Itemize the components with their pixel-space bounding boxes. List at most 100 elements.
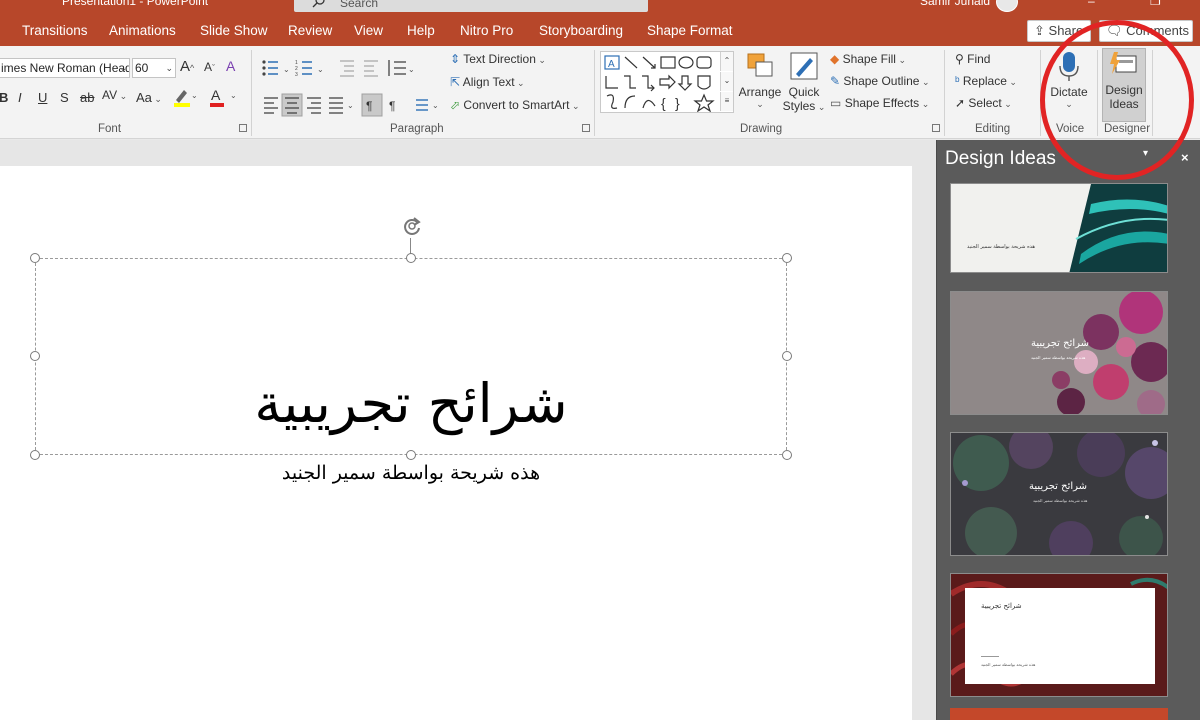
tab-animations[interactable]: Animations — [109, 23, 176, 38]
thumbnail-title: شرائح تجريبية — [1031, 338, 1090, 349]
thumbnail-title: شرائح تجريبية — [981, 602, 1022, 610]
font-name-dropdown[interactable]: imes New Roman (Head ⌄ — [0, 58, 130, 78]
align-text-button[interactable]: ⇱ Align Text ⌄ — [450, 75, 525, 89]
search-placeholder: Search — [340, 0, 379, 10]
grow-font-button[interactable]: A^ — [180, 58, 194, 75]
shape-effects-icon: ▭ — [830, 96, 842, 110]
font-size-dropdown[interactable]: 60 ⌄ — [132, 58, 176, 78]
avatar[interactable] — [996, 0, 1018, 12]
resize-handle[interactable] — [406, 450, 416, 460]
paragraph-dialog-launcher-icon[interactable] — [582, 124, 590, 132]
resize-handle[interactable] — [782, 351, 792, 361]
resize-handle[interactable] — [30, 351, 40, 361]
shadow-button[interactable]: S — [60, 90, 69, 105]
thumbnail-art — [1052, 292, 1167, 414]
font-dialog-launcher-icon[interactable] — [239, 124, 247, 132]
change-case-button[interactable]: Aa ⌄ — [136, 90, 162, 105]
shrink-font-button[interactable]: Aˇ — [204, 60, 215, 74]
design-ideas-label-2: Ideas — [1109, 97, 1139, 111]
text-direction-icon: ⇕ — [450, 52, 461, 66]
underline-button[interactable]: U — [38, 90, 47, 105]
rotate-handle-icon[interactable] — [400, 214, 424, 238]
shape-outline-label: Shape Outline — [843, 74, 920, 88]
replace-label: Replace — [962, 74, 1007, 88]
slide-title[interactable]: شرائح تجريبية — [35, 372, 787, 435]
design-idea-thumbnail[interactable] — [950, 708, 1168, 720]
shapes-gallery[interactable]: A { } ⌃ ⌄ ≡ — [600, 51, 734, 113]
minimize-icon[interactable]: – — [1088, 0, 1095, 8]
shapes-icons: A { } — [604, 55, 715, 112]
slide-canvas[interactable]: شرائح تجريبية هذه شريحة بواسطة سمير الجن… — [0, 166, 912, 720]
replace-button[interactable]: ᵇ Replace ⌄ — [955, 74, 1017, 88]
shrink-font-label: A — [204, 60, 213, 74]
resize-handle[interactable] — [782, 253, 792, 263]
drawing-group-label: Drawing — [740, 123, 783, 135]
bold-button[interactable]: B — [0, 90, 8, 105]
dictate-button[interactable]: Dictate ⌄ — [1046, 50, 1092, 110]
tab-transitions[interactable]: Transitions — [22, 23, 88, 38]
tab-nitro-pro[interactable]: Nitro Pro — [460, 23, 513, 38]
change-case-label: Aa — [136, 90, 152, 105]
gallery-more-icon[interactable]: ≡ — [720, 92, 733, 111]
design-ideas-button[interactable]: Design Ideas — [1102, 50, 1146, 111]
ribbon: imes New Roman (Head ⌄ 60 ⌄ A^ Aˇ A B I … — [0, 46, 1200, 139]
text-direction-label: Text Direction — [463, 52, 536, 66]
resize-handle[interactable] — [782, 450, 792, 460]
dictate-label: Dictate — [1050, 85, 1088, 99]
shape-outline-button[interactable]: ✎ Shape Outline ⌄ — [830, 74, 930, 88]
slide-subtitle[interactable]: هذه شريحة بواسطة سمير الجنيد — [35, 462, 787, 484]
select-label: Select — [968, 96, 1002, 110]
search-box[interactable]: Search — [294, 0, 648, 12]
resize-handle[interactable] — [406, 253, 416, 263]
svg-text:⌄: ⌄ — [347, 101, 354, 110]
text-direction-button[interactable]: ⇕ Text Direction ⌄ — [450, 52, 546, 66]
user-name[interactable]: Samir Junaid — [920, 0, 990, 8]
arrange-label: Arrange — [738, 85, 782, 99]
align-text-icon: ⇱ — [450, 75, 461, 89]
design-idea-thumbnail[interactable]: شرائح تجريبية هذه شريحة بواسطة سمير الجن… — [950, 291, 1168, 415]
arrange-button[interactable]: Arrange ⌄ — [737, 50, 783, 110]
divider — [1040, 50, 1041, 136]
design-idea-thumbnail[interactable]: هذه شريحة بواسطة سمير الجنيد — [950, 183, 1168, 273]
shape-effects-button[interactable]: ▭ Shape Effects ⌄ — [830, 96, 929, 110]
quick-styles-button[interactable]: Quick Styles ⌄ — [782, 50, 826, 113]
quick-styles-label-2-text: Styles — [782, 99, 816, 113]
pane-options-icon[interactable]: ▾ — [1143, 148, 1148, 159]
design-idea-thumbnail[interactable]: شرائح تجريبية هذه شريحة بواسطة سمير الجن… — [950, 432, 1168, 556]
tab-storyboarding[interactable]: Storyboarding — [539, 23, 623, 38]
strikethrough-button[interactable]: ab — [80, 90, 94, 105]
clear-formatting-button[interactable]: A — [226, 58, 235, 74]
gallery-scroll-down-icon[interactable]: ⌄ — [720, 72, 733, 91]
svg-text:A: A — [608, 59, 615, 70]
design-idea-thumbnail[interactable]: شرائح تجريبية هذه شريحة بواسطة سمير الجن… — [950, 573, 1168, 697]
slide-editor: شرائح تجريبية هذه شريحة بواسطة سمير الجن… — [0, 140, 936, 720]
resize-handle[interactable] — [30, 253, 40, 263]
highlight-button[interactable]: ⌄ — [172, 86, 198, 111]
italic-button[interactable]: I — [18, 90, 22, 105]
tab-help[interactable]: Help — [407, 23, 435, 38]
character-spacing-button[interactable]: AV ⌄ — [102, 88, 127, 102]
drawing-dialog-launcher-icon[interactable] — [932, 124, 940, 132]
window-title: Presentation1 - PowerPoint — [62, 0, 209, 8]
tab-shape-format[interactable]: Shape Format — [647, 23, 733, 38]
convert-smartart-button[interactable]: ⬀ Convert to SmartArt ⌄ — [450, 98, 579, 112]
paragraph-tools[interactable]: ⌄ 123 ⌄ ⌄ ⌄ ¶ ¶ ⌄ — [258, 56, 444, 126]
font-color-button[interactable]: A ⌄ — [208, 86, 238, 111]
tab-review[interactable]: Review — [288, 23, 332, 38]
comments-button[interactable]: 🗨 Comments — [1099, 20, 1193, 42]
find-button[interactable]: ⚲ Find — [955, 52, 990, 66]
thumbnail-subtitle: هذه شريحة بواسطة سمير الجنيد — [1033, 498, 1088, 503]
gallery-scroll-up-icon[interactable]: ⌃ — [720, 52, 733, 71]
tab-view[interactable]: View — [354, 23, 383, 38]
restore-icon[interactable]: ❐ — [1150, 0, 1161, 8]
resize-handle[interactable] — [30, 450, 40, 460]
thumbnail-subtitle: هذه شريحة بواسطة سمير الجنيد — [981, 662, 1036, 667]
tab-slide-show[interactable]: Slide Show — [200, 23, 268, 38]
divider — [251, 50, 252, 136]
share-button[interactable]: ⇪ Share — [1027, 20, 1091, 42]
select-button[interactable]: ➚ Select ⌄ — [955, 96, 1012, 110]
svg-text:⌄: ⌄ — [408, 65, 415, 74]
close-icon[interactable]: × — [1181, 150, 1189, 165]
divider — [944, 50, 945, 136]
shape-fill-button[interactable]: ◆ Shape Fill ⌄ — [830, 52, 906, 66]
